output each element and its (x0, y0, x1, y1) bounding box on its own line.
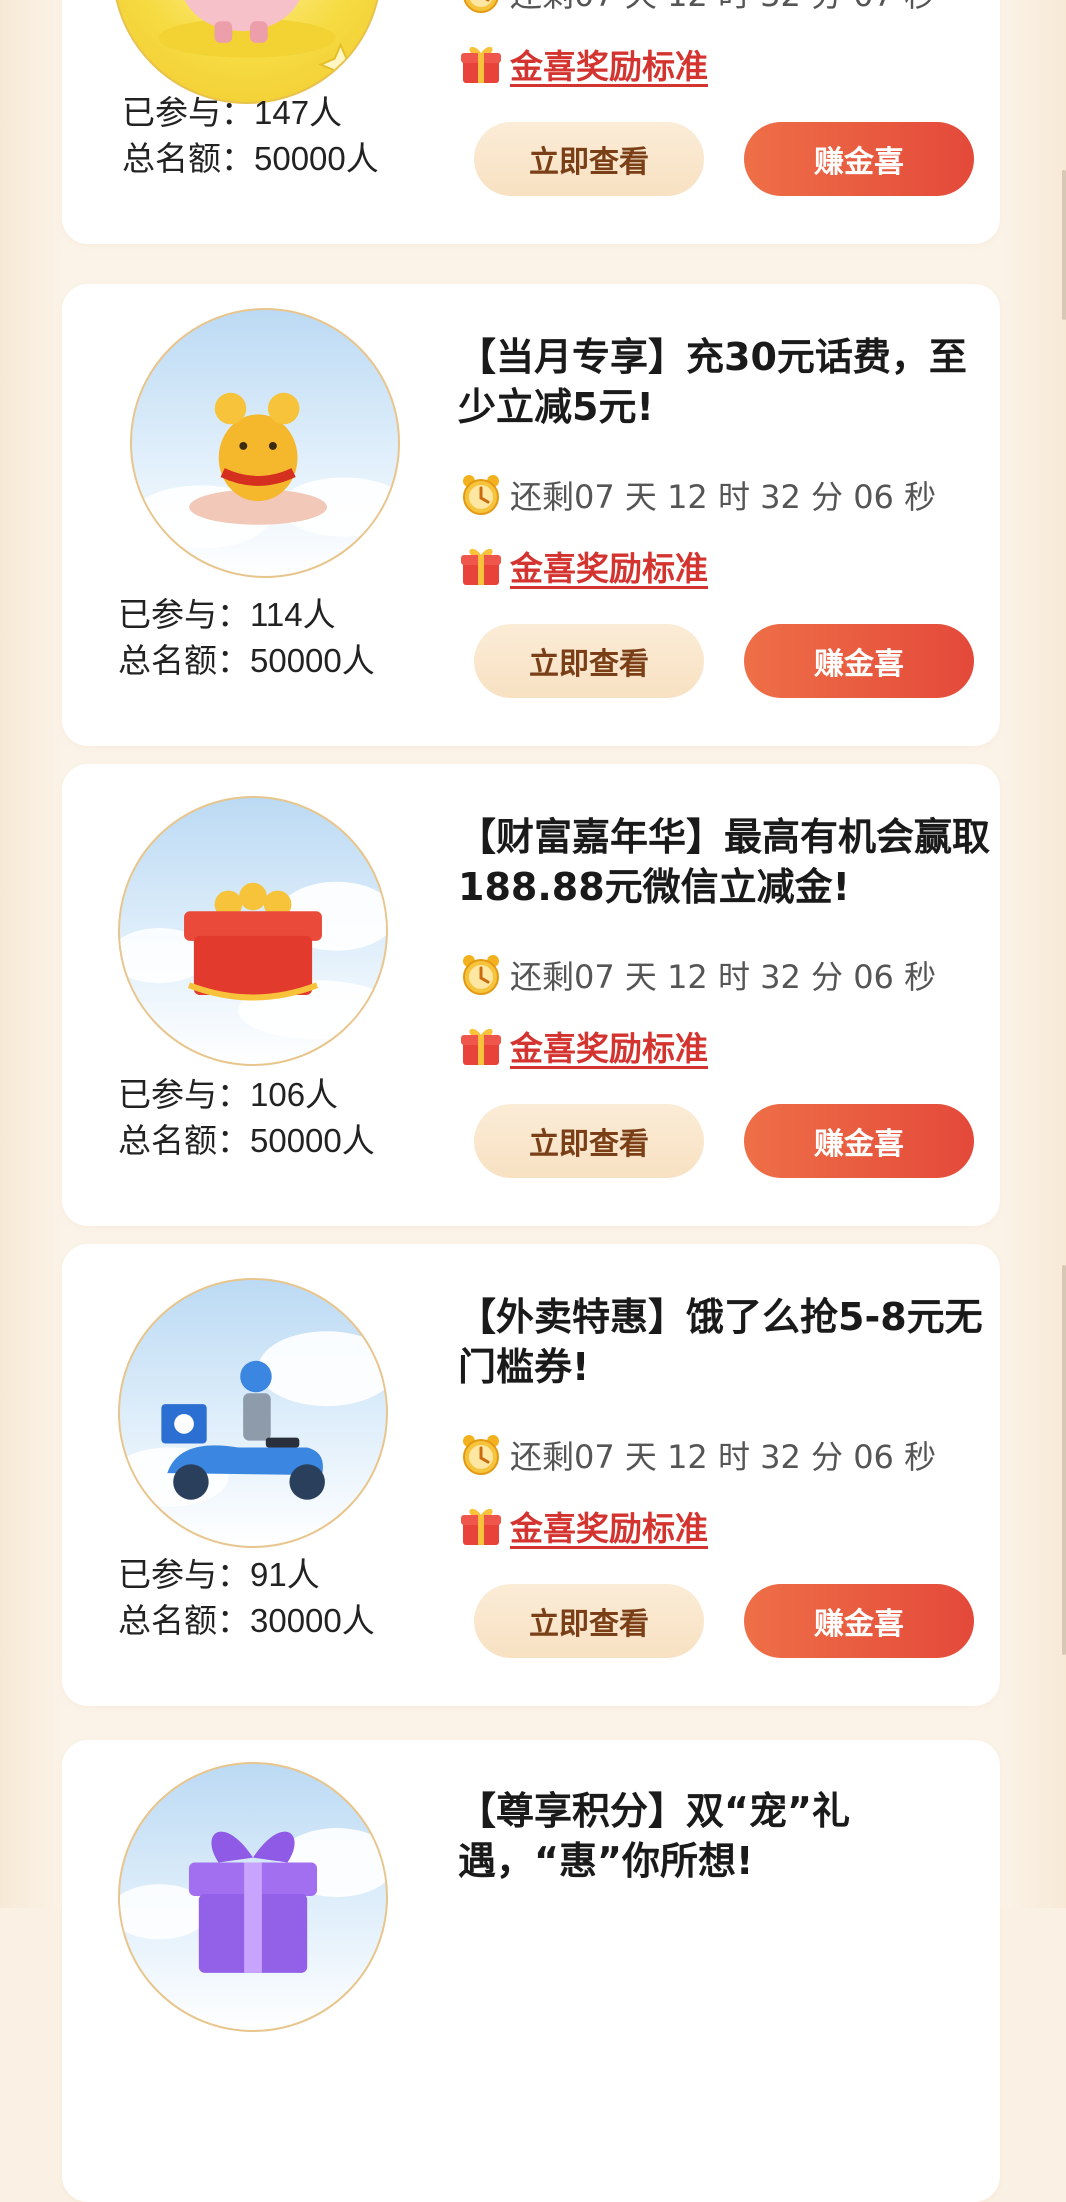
reward-standard[interactable]: 金喜奖励标准 (458, 1022, 708, 1070)
mascot-on-cloud-illustration (132, 392, 398, 549)
total-line: 总名额：30000人 (118, 1598, 375, 1644)
view-now-button[interactable]: 立即查看 (474, 1104, 704, 1178)
earn-jinxi-button[interactable]: 赚金喜 (744, 624, 974, 698)
campaign-card: 【尊享积分】双“宠”礼遇，“惠”你所想! (62, 1740, 1000, 2202)
countdown-timer: 还剩07 天 12 时 32 分 06 秒 (458, 472, 936, 518)
reward-standard[interactable]: 金喜奖励标准 (458, 1502, 708, 1550)
purple-gift-box-illustration (120, 1828, 386, 1973)
earn-jinxi-button[interactable]: 赚金喜 (744, 1584, 974, 1658)
view-now-button[interactable]: 立即查看 (474, 122, 704, 196)
alarm-clock-icon (463, 955, 499, 995)
countdown-text: 还剩07 天 12 时 32 分 06 秒 (510, 478, 937, 516)
campaign-card: 已参与：91人 总名额：30000人 【外卖特惠】饿了么抢5-8元无门槛券! 还… (62, 1244, 1000, 1706)
alarm-clock-icon (463, 475, 499, 515)
participated-line: 已参与：91人 (118, 1552, 375, 1598)
total-label: 总名额： (118, 1121, 250, 1160)
campaign-title[interactable]: 【财富嘉年华】最高有机会赢取188.88元微信立减金! (458, 812, 1018, 912)
campaign-image (130, 308, 400, 578)
earn-jinxi-button[interactable]: 赚金喜 (744, 1104, 974, 1178)
reward-standard[interactable]: 金喜奖励标准 (458, 40, 708, 88)
reward-standard[interactable]: 金喜奖励标准 (458, 542, 708, 590)
participated-label: 已参与： (118, 595, 250, 634)
participated-label: 已参与： (118, 1555, 250, 1594)
gift-icon (461, 46, 501, 83)
campaign-title[interactable]: 【外卖特惠】饿了么抢5-8元无门槛券! (458, 1292, 988, 1392)
earn-jinxi-button[interactable]: 赚金喜 (744, 122, 974, 196)
countdown-timer: 还剩07 天 12 时 32 分 06 秒 (458, 952, 936, 998)
total-label: 总名额： (118, 1601, 250, 1640)
campaign-card: 已参与：106人 总名额：50000人 【财富嘉年华】最高有机会赢取188.88… (62, 764, 1000, 1226)
gift-icon (461, 548, 501, 585)
red-gift-box-illustration (120, 881, 386, 1040)
participated-label: 已参与： (118, 1075, 250, 1114)
countdown-text: 还剩07 天 12 时 32 分 07 秒 (510, 0, 936, 16)
piggy-bank-illustration (158, 0, 363, 87)
total-count: 50000人 (250, 1122, 375, 1159)
gift-icon (461, 1028, 501, 1065)
participated-count: 147人 (254, 94, 343, 131)
view-now-button[interactable]: 立即查看 (474, 624, 704, 698)
countdown-timer: 还剩07 天 12 时 32 分 06 秒 (458, 1432, 936, 1478)
scrollbar-thumb[interactable] (1062, 170, 1066, 320)
campaign-image (112, 0, 382, 104)
campaign-image (118, 796, 388, 1066)
participated-line: 已参与：147人 (122, 90, 379, 136)
gift-icon (461, 1508, 501, 1545)
campaign-card: 已参与：114人 总名额：50000人 【当月专享】充30元话费，至少立减5元!… (62, 284, 1000, 746)
scrollbar[interactable] (1060, 0, 1066, 1908)
total-line: 总名额：50000人 (118, 638, 375, 684)
reward-standard-link[interactable]: 金喜奖励标准 (510, 542, 708, 590)
reward-standard-link[interactable]: 金喜奖励标准 (510, 1502, 708, 1550)
scrollbar-thumb-lower[interactable] (1062, 1265, 1066, 1655)
participated-label: 已参与： (122, 93, 254, 132)
total-count: 30000人 (250, 1602, 375, 1639)
reward-standard-link[interactable]: 金喜奖励标准 (510, 40, 708, 88)
participated-line: 已参与：114人 (118, 592, 375, 638)
total-line: 总名额：50000人 (118, 1118, 375, 1164)
total-count: 50000人 (254, 140, 379, 177)
alarm-clock-icon (463, 0, 499, 13)
countdown-timer: 还剩07 天 12 时 32 分 07 秒 (458, 0, 936, 16)
delivery-scooter-illustration (120, 1331, 386, 1507)
campaign-title[interactable]: 【当月专享】充30元话费，至少立减5元! (458, 332, 988, 432)
total-label: 总名额： (122, 139, 254, 178)
campaign-image (118, 1762, 388, 2032)
view-now-button[interactable]: 立即查看 (474, 1584, 704, 1658)
countdown-text: 还剩07 天 12 时 32 分 06 秒 (510, 1438, 937, 1476)
alarm-clock-icon (463, 1435, 499, 1475)
participated-line: 已参与：106人 (118, 1072, 375, 1118)
total-count: 50000人 (250, 642, 375, 679)
campaign-title[interactable]: 【尊享积分】双“宠”礼遇，“惠”你所想! (458, 1786, 1008, 1886)
total-label: 总名额： (118, 641, 250, 680)
countdown-text: 还剩07 天 12 时 32 分 06 秒 (510, 958, 937, 996)
total-line: 总名额：50000人 (122, 136, 379, 182)
participated-count: 114人 (250, 596, 336, 633)
campaign-stats: 已参与：91人 总名额：30000人 (118, 1552, 375, 1644)
campaign-image (118, 1278, 388, 1548)
participated-count: 106人 (250, 1076, 339, 1113)
campaign-stats: 已参与：106人 总名额：50000人 (118, 1072, 375, 1164)
campaign-card: 已参与：147人 总名额：50000人 还剩07 天 12 时 32 分 07 … (62, 0, 1000, 244)
reward-standard-link[interactable]: 金喜奖励标准 (510, 1022, 708, 1070)
campaign-stats: 已参与：114人 总名额：50000人 (118, 592, 375, 684)
participated-count: 91人 (250, 1556, 320, 1593)
campaign-stats: 已参与：147人 总名额：50000人 (122, 90, 379, 182)
